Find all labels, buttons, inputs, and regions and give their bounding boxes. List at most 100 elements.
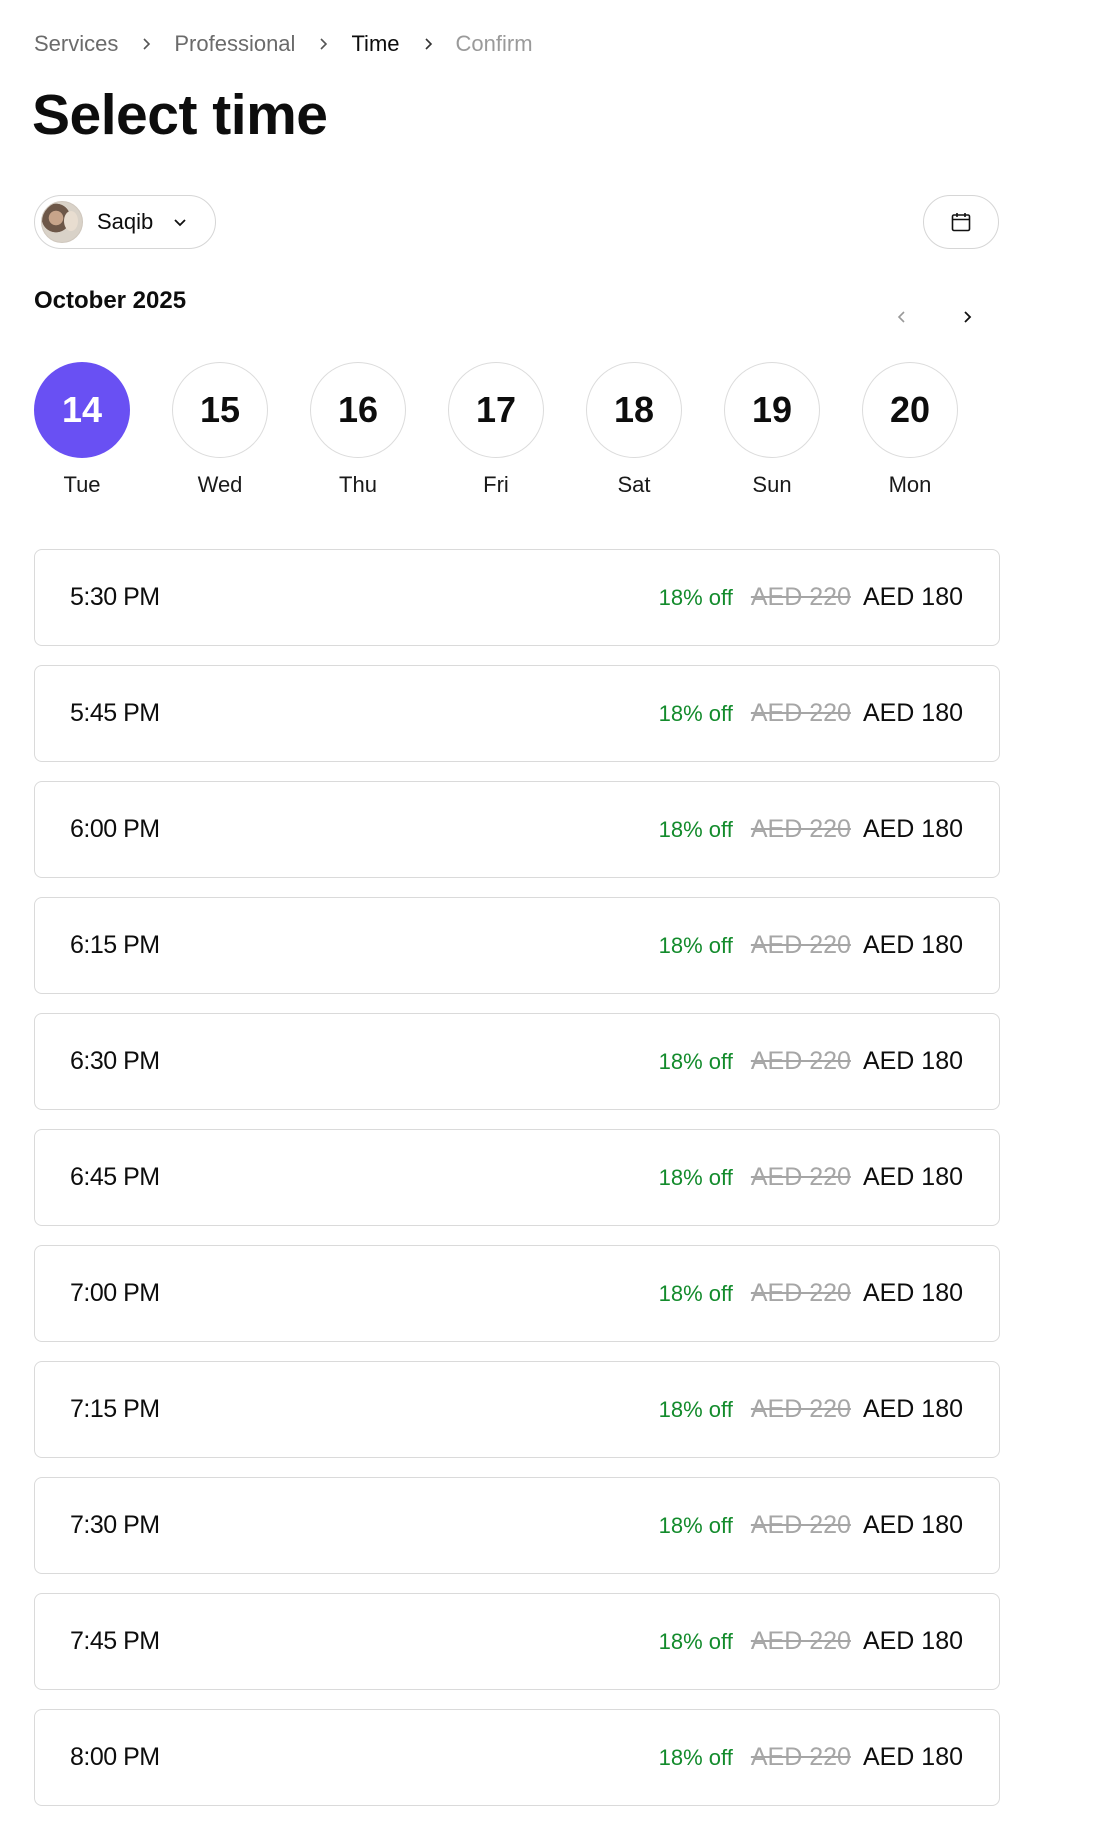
slot-price: 18% off AED 220 AED 180 bbox=[659, 815, 963, 844]
calendar-button[interactable] bbox=[923, 195, 999, 249]
time-slot[interactable]: 5:45 PM 18% off AED 220 AED 180 bbox=[34, 665, 1000, 762]
sale-price: AED 180 bbox=[862, 1627, 963, 1655]
day-number: 17 bbox=[448, 362, 544, 458]
slot-price: 18% off AED 220 AED 180 bbox=[659, 583, 963, 612]
slot-price: 18% off AED 220 AED 180 bbox=[659, 1047, 963, 1076]
day-label: Wed bbox=[197, 472, 243, 497]
slot-price: 18% off AED 220 AED 180 bbox=[659, 1627, 963, 1656]
original-price: AED 220 bbox=[750, 1279, 851, 1307]
slot-price: 18% off AED 220 AED 180 bbox=[659, 931, 963, 960]
slot-price: 18% off AED 220 AED 180 bbox=[659, 1163, 963, 1192]
prev-week-button[interactable] bbox=[890, 305, 914, 329]
day-number: 15 bbox=[172, 362, 268, 458]
time-slot[interactable]: 5:30 PM 18% off AED 220 AED 180 bbox=[34, 549, 1000, 646]
discount-badge: 18% off bbox=[658, 817, 733, 842]
original-price: AED 220 bbox=[750, 815, 851, 843]
discount-badge: 18% off bbox=[658, 701, 733, 726]
slot-time: 6:00 PM bbox=[70, 815, 160, 843]
sale-price: AED 180 bbox=[862, 931, 963, 959]
slot-time: 5:30 PM bbox=[70, 583, 160, 611]
discount-badge: 18% off bbox=[658, 1049, 733, 1074]
day-number: 19 bbox=[724, 362, 820, 458]
discount-badge: 18% off bbox=[658, 933, 733, 958]
sale-price: AED 180 bbox=[862, 1279, 963, 1307]
day-label: Sun bbox=[752, 472, 792, 497]
day-label: Tue bbox=[63, 472, 101, 497]
discount-badge: 18% off bbox=[658, 1397, 733, 1422]
slot-time: 6:45 PM bbox=[70, 1163, 160, 1191]
day-number: 18 bbox=[586, 362, 682, 458]
time-slot[interactable]: 8:00 PM 18% off AED 220 AED 180 bbox=[34, 1709, 1000, 1806]
time-slot[interactable]: 7:15 PM 18% off AED 220 AED 180 bbox=[34, 1361, 1000, 1458]
time-slot[interactable]: 6:15 PM 18% off AED 220 AED 180 bbox=[34, 897, 1000, 994]
original-price: AED 220 bbox=[750, 1395, 851, 1423]
day-item[interactable]: 16 Thu bbox=[310, 362, 406, 498]
slot-time: 7:00 PM bbox=[70, 1279, 160, 1307]
discount-badge: 18% off bbox=[658, 1629, 733, 1654]
discount-badge: 18% off bbox=[658, 1281, 733, 1306]
discount-badge: 18% off bbox=[658, 1165, 733, 1190]
staff-name: Saqib bbox=[97, 209, 154, 234]
day-item[interactable]: 20 Mon bbox=[862, 362, 958, 498]
breadcrumb-separator-icon bbox=[118, 37, 174, 51]
original-price: AED 220 bbox=[750, 1511, 851, 1539]
slot-time: 7:30 PM bbox=[70, 1511, 160, 1539]
day-number: 14 bbox=[34, 362, 130, 458]
slot-price: 18% off AED 220 AED 180 bbox=[659, 699, 963, 728]
avatar bbox=[41, 201, 83, 243]
page-title: Select time bbox=[32, 83, 328, 147]
original-price: AED 220 bbox=[750, 1047, 851, 1075]
sale-price: AED 180 bbox=[862, 583, 963, 611]
chevron-down-icon bbox=[171, 213, 189, 231]
original-price: AED 220 bbox=[750, 1743, 851, 1771]
discount-badge: 18% off bbox=[658, 1745, 733, 1770]
day-item[interactable]: 15 Wed bbox=[172, 362, 268, 498]
sale-price: AED 180 bbox=[862, 1743, 963, 1771]
day-item[interactable]: 14 Tue bbox=[34, 362, 130, 498]
original-price: AED 220 bbox=[750, 699, 851, 727]
day-label: Sat bbox=[617, 472, 651, 497]
sale-price: AED 180 bbox=[862, 1163, 963, 1191]
slot-time: 7:15 PM bbox=[70, 1395, 160, 1423]
breadcrumb-services[interactable]: Services bbox=[34, 31, 118, 57]
staff-selector[interactable]: Saqib bbox=[34, 195, 216, 249]
sale-price: AED 180 bbox=[862, 1395, 963, 1423]
sale-price: AED 180 bbox=[862, 699, 963, 727]
slot-time: 6:15 PM bbox=[70, 931, 160, 959]
slot-time: 6:30 PM bbox=[70, 1047, 160, 1075]
discount-badge: 18% off bbox=[658, 1513, 733, 1538]
original-price: AED 220 bbox=[750, 1163, 851, 1191]
slot-time: 8:00 PM bbox=[70, 1743, 160, 1771]
breadcrumb-time: Time bbox=[351, 31, 400, 56]
time-slot[interactable]: 6:30 PM 18% off AED 220 AED 180 bbox=[34, 1013, 1000, 1110]
day-label: Mon bbox=[888, 472, 932, 497]
day-picker: 14 Tue 15 Wed 16 Thu 17 Fri 18 Sat 19 Su… bbox=[34, 362, 958, 498]
original-price: AED 220 bbox=[750, 931, 851, 959]
original-price: AED 220 bbox=[750, 1627, 851, 1655]
day-item[interactable]: 17 Fri bbox=[448, 362, 544, 498]
time-slot[interactable]: 7:00 PM 18% off AED 220 AED 180 bbox=[34, 1245, 1000, 1342]
time-slot[interactable]: 7:45 PM 18% off AED 220 AED 180 bbox=[34, 1593, 1000, 1690]
slot-price: 18% off AED 220 AED 180 bbox=[659, 1743, 963, 1772]
slot-price: 18% off AED 220 AED 180 bbox=[659, 1395, 963, 1424]
calendar-icon bbox=[949, 210, 973, 234]
day-item[interactable]: 19 Sun bbox=[724, 362, 820, 498]
breadcrumb-confirm: Confirm bbox=[455, 31, 533, 56]
breadcrumb: Services Professional Time Confirm bbox=[34, 28, 533, 60]
sale-price: AED 180 bbox=[862, 815, 963, 843]
day-item[interactable]: 18 Sat bbox=[586, 362, 682, 498]
slot-time: 5:45 PM bbox=[70, 699, 160, 727]
time-slot[interactable]: 6:45 PM 18% off AED 220 AED 180 bbox=[34, 1129, 1000, 1226]
slot-time: 7:45 PM bbox=[70, 1627, 160, 1655]
day-label: Fri bbox=[483, 472, 509, 497]
time-slot[interactable]: 6:00 PM 18% off AED 220 AED 180 bbox=[34, 781, 1000, 878]
breadcrumb-separator-icon bbox=[295, 37, 351, 51]
month-label: October 2025 bbox=[34, 287, 187, 314]
slot-price: 18% off AED 220 AED 180 bbox=[659, 1279, 963, 1308]
sale-price: AED 180 bbox=[862, 1047, 963, 1075]
next-week-button[interactable] bbox=[955, 305, 979, 329]
time-slot[interactable]: 7:30 PM 18% off AED 220 AED 180 bbox=[34, 1477, 1000, 1574]
sale-price: AED 180 bbox=[862, 1511, 963, 1539]
chevron-right-icon bbox=[960, 310, 974, 324]
breadcrumb-professional[interactable]: Professional bbox=[174, 31, 295, 57]
